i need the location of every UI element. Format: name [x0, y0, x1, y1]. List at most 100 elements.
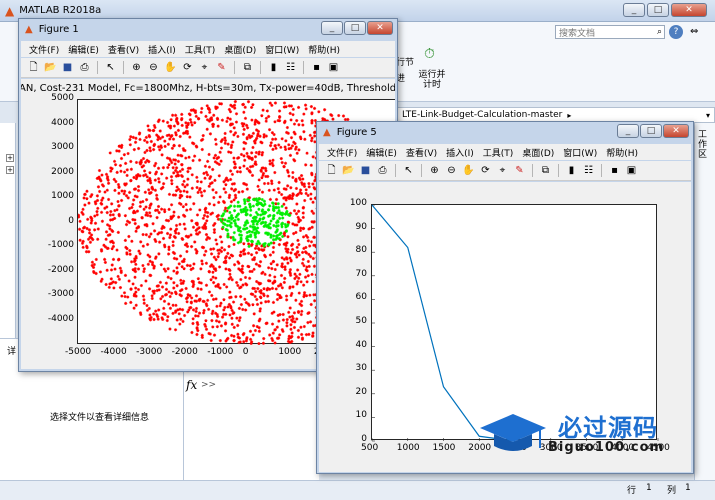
scatter-point: [261, 108, 265, 112]
ribbon-pin-icon[interactable]: ⇔: [690, 26, 698, 37]
zoom-in-icon[interactable]: ⊕: [130, 61, 143, 74]
menu-help[interactable]: 帮助(H): [606, 146, 638, 159]
figure5-line-plot[interactable]: [371, 204, 659, 442]
scatter-point: [204, 283, 209, 287]
search-box[interactable]: 搜索文档 ⌕: [555, 25, 665, 39]
menu-file[interactable]: 文件(F): [327, 146, 357, 159]
menu-edit[interactable]: 编辑(E): [366, 146, 397, 159]
zoom-in-icon[interactable]: ⊕: [428, 164, 441, 177]
colorbar-icon[interactable]: ▮: [267, 61, 280, 74]
pan-icon[interactable]: ✋: [462, 164, 475, 177]
menu-desktop[interactable]: 桌面(D): [522, 146, 554, 159]
main-minimize-button[interactable]: _: [623, 3, 645, 17]
scatter-point: [300, 332, 304, 337]
scatter-point: [153, 178, 157, 182]
menu-insert[interactable]: 插入(I): [446, 146, 474, 159]
main-close-button[interactable]: ✕: [671, 3, 707, 17]
rotate-icon[interactable]: ⟳: [479, 164, 492, 177]
scatter-point: [185, 195, 189, 199]
menu-tools[interactable]: 工具(T): [483, 146, 514, 159]
menu-help[interactable]: 帮助(H): [308, 43, 340, 56]
pointer-icon[interactable]: ↖: [104, 61, 117, 74]
scatter-point: [190, 219, 194, 223]
open-file-icon[interactable]: 📂: [342, 164, 355, 177]
path-dropdown-icon[interactable]: ▾: [706, 111, 710, 120]
figure1-maximize-button[interactable]: □: [344, 21, 366, 35]
pan-icon[interactable]: ✋: [164, 61, 177, 74]
menu-view[interactable]: 查看(V): [406, 146, 437, 159]
scatter-point: [146, 262, 150, 266]
legend-icon[interactable]: ☷: [582, 164, 595, 177]
new-figure-icon[interactable]: 🗋: [325, 164, 338, 177]
brush-icon[interactable]: ✎: [513, 164, 526, 177]
new-figure-icon[interactable]: 🗋: [27, 61, 40, 74]
ribbon-label-section[interactable]: 行节: [396, 55, 414, 68]
show-plot-tools-icon[interactable]: ▣: [327, 61, 340, 74]
scatter-point: [285, 318, 289, 322]
print-icon[interactable]: ⎙: [78, 61, 91, 74]
scatter-point: [257, 178, 261, 182]
hide-plot-tools-icon[interactable]: ▪: [608, 164, 621, 177]
scatter-point: [183, 227, 187, 231]
menu-file[interactable]: 文件(F): [29, 43, 59, 56]
menu-desktop[interactable]: 桌面(D): [224, 43, 256, 56]
scatter-point: [271, 158, 275, 162]
scatter-point: [273, 341, 277, 345]
figure1-minimize-button[interactable]: _: [321, 21, 343, 35]
scatter-point: [96, 227, 100, 231]
zoom-out-icon[interactable]: ⊖: [147, 61, 160, 74]
figure5-close-button[interactable]: ✕: [663, 124, 689, 138]
save-icon[interactable]: ■: [359, 164, 372, 177]
show-plot-tools-icon[interactable]: ▣: [625, 164, 638, 177]
print-icon[interactable]: ⎙: [376, 164, 389, 177]
menu-tools[interactable]: 工具(T): [185, 43, 216, 56]
link-plot-icon[interactable]: ⧉: [539, 164, 552, 177]
scatter-point: [302, 324, 306, 329]
main-maximize-button[interactable]: □: [647, 3, 669, 17]
figure5-minimize-button[interactable]: _: [617, 124, 639, 138]
rotate-icon[interactable]: ⟳: [181, 61, 194, 74]
scatter-point: [128, 252, 132, 256]
run-and-time-icon[interactable]: ⏱: [424, 46, 438, 62]
path-text[interactable]: LTE-Link-Budget-Calculation-master: [402, 110, 562, 120]
menu-insert[interactable]: 插入(I): [148, 43, 176, 56]
pointer-icon[interactable]: ↖: [402, 164, 415, 177]
command-prompt[interactable]: >>: [201, 380, 216, 390]
figure5-maximize-button[interactable]: □: [640, 124, 662, 138]
figure1-close-button[interactable]: ✕: [367, 21, 393, 35]
brush-icon[interactable]: ✎: [215, 61, 228, 74]
colorbar-icon[interactable]: ▮: [565, 164, 578, 177]
zoom-out-icon[interactable]: ⊖: [445, 164, 458, 177]
scatter-point: [172, 281, 176, 285]
figure5-axes[interactable]: [371, 204, 659, 442]
scatter-point: [208, 132, 212, 136]
run-and-time-button[interactable]: 运行并 计时: [418, 70, 446, 90]
scatter-point: [308, 293, 312, 297]
scatter-point: [114, 179, 118, 184]
save-icon[interactable]: ■: [61, 61, 74, 74]
menu-view[interactable]: 查看(V): [108, 43, 139, 56]
data-cursor-icon[interactable]: ⌖: [198, 61, 211, 74]
expand-icon[interactable]: +: [6, 154, 14, 162]
scatter-point: [104, 282, 108, 287]
open-file-icon[interactable]: 📂: [44, 61, 57, 74]
expand-icon-2[interactable]: +: [6, 166, 14, 174]
data-cursor-icon[interactable]: ⌖: [496, 164, 509, 177]
menu-window[interactable]: 窗口(W): [563, 146, 597, 159]
path-arrow-icon[interactable]: ▸: [567, 111, 571, 120]
scatter-point: [145, 198, 149, 202]
scatter-point: [126, 295, 130, 299]
legend-icon[interactable]: ☷: [284, 61, 297, 74]
scatter-point: [166, 267, 170, 271]
hide-plot-tools-icon[interactable]: ▪: [310, 61, 323, 74]
search-icon[interactable]: ⌕: [657, 27, 664, 37]
menu-edit[interactable]: 编辑(E): [68, 43, 99, 56]
details-tab[interactable]: 详: [7, 344, 16, 357]
scatter-point: [296, 328, 300, 333]
workspace-tab[interactable]: 工作区: [698, 130, 710, 160]
link-plot-icon[interactable]: ⧉: [241, 61, 254, 74]
scatter-point: [323, 108, 327, 112]
menu-window[interactable]: 窗口(W): [265, 43, 299, 56]
search-input[interactable]: 搜索文档: [556, 26, 595, 39]
ribbon-help-icon[interactable]: ?: [669, 25, 683, 39]
